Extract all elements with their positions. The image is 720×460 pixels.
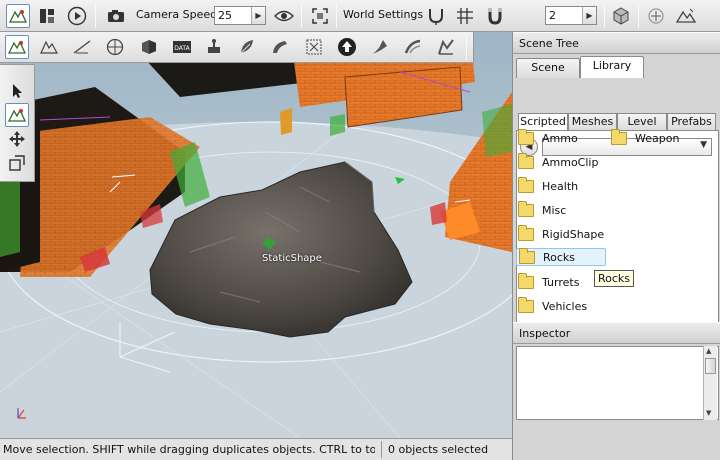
folder-icon [518, 224, 534, 241]
world-editor-icon[interactable] [6, 4, 30, 28]
gizmo-toolbar [0, 64, 35, 182]
camera-speed-value[interactable]: 25 [215, 7, 251, 24]
inspector-scrollbar[interactable]: ▲ ▼ [703, 346, 717, 420]
folder-label: Vehicles [542, 299, 588, 313]
folder-ammo[interactable]: Ammo [518, 128, 578, 147]
folder-label: Weapon [635, 131, 680, 145]
scene-tree-title: Scene Tree [519, 37, 579, 50]
world-settings-label: World Settings [343, 8, 424, 21]
scroll-down-icon[interactable]: ▼ [706, 409, 711, 417]
folder-icon [518, 272, 534, 289]
visibility-eye-icon[interactable] [272, 4, 296, 28]
status-message: Move selection. SHIFT while dragging dup… [3, 443, 375, 456]
decal-editor-icon[interactable] [202, 35, 226, 59]
forest-editor-icon[interactable] [235, 35, 259, 59]
scroll-up-icon[interactable]: ▲ [706, 347, 711, 355]
terrain-painter-icon[interactable] [70, 35, 94, 59]
toolbar-separator [466, 36, 467, 60]
hover-tooltip: Rocks [594, 270, 635, 287]
folder-misc[interactable]: Misc [518, 200, 567, 219]
scrollbar-thumb[interactable] [705, 358, 716, 374]
folder-icon [518, 200, 534, 217]
camera-speed-label: Camera Speed [136, 8, 218, 21]
world-settings-stepper[interactable]: 2 ▶ [545, 6, 597, 25]
selected-object-label: StaticShape [262, 253, 322, 264]
object-icon[interactable] [609, 4, 633, 28]
scene-tree-panel: Scene Tree Scene Library Scripted Meshes… [512, 32, 720, 460]
material-editor-icon[interactable] [103, 35, 127, 59]
folder-ammoclip[interactable]: AmmoClip [518, 152, 599, 171]
folder-label: Turrets [542, 275, 580, 289]
folder-label: Misc [542, 203, 567, 217]
tab-library[interactable]: Library [580, 56, 644, 78]
folder-turrets[interactable]: Turrets [518, 272, 580, 291]
rotate-gizmo-icon[interactable] [5, 127, 29, 151]
selection-count: 0 objects selected [388, 443, 489, 456]
main-toolbar: Camera Speed 25 ▶ World Settings 2 ▶ [0, 0, 720, 32]
object-editor-icon[interactable] [5, 35, 29, 59]
center-icon[interactable] [644, 4, 668, 28]
3d-viewport[interactable]: StaticShape [0, 32, 512, 438]
select-arrow-icon[interactable] [5, 79, 29, 103]
editor-tools-toolbar: DATA [0, 32, 474, 63]
scene-tree-header: Scene Tree [513, 32, 720, 54]
folder-health[interactable]: Health [518, 176, 579, 195]
folder-icon [519, 247, 535, 264]
camera-speed-stepper[interactable]: 25 ▶ [214, 6, 266, 25]
inspector-title: Inspector [519, 327, 571, 340]
terrain-editor-icon[interactable] [37, 35, 61, 59]
svg-text:DATA: DATA [174, 45, 190, 52]
mesh-road-editor-icon[interactable] [268, 35, 292, 59]
road-editor-icon[interactable] [368, 35, 392, 59]
datablock-editor-icon[interactable]: DATA [170, 35, 194, 59]
scale-gizmo-icon[interactable] [5, 151, 29, 175]
camera-icon[interactable] [104, 4, 128, 28]
folder-icon [518, 296, 534, 313]
folder-label: Ammo [542, 131, 578, 145]
chevron-down-icon: ▼ [700, 140, 707, 150]
folder-label: Rocks [543, 250, 576, 264]
status-bar: Move selection. SHIFT while dragging dup… [0, 438, 512, 460]
folder-icon [518, 128, 534, 145]
layout-icon[interactable] [35, 4, 59, 28]
particle-editor-icon[interactable] [401, 35, 425, 59]
folder-vehicles[interactable]: Vehicles [518, 296, 588, 315]
grid-icon[interactable] [453, 4, 477, 28]
move-gizmo-icon[interactable] [5, 103, 29, 127]
toolbar-separator [95, 4, 96, 28]
toolbar-separator [604, 4, 605, 28]
status-separator [381, 441, 382, 458]
stepper-right-arrow-icon[interactable]: ▶ [251, 7, 265, 24]
snap-icon[interactable] [424, 4, 448, 28]
magnet-icon[interactable] [483, 4, 507, 28]
folder-label: RigidShape [542, 227, 605, 241]
stepper-right-arrow-icon[interactable]: ▶ [582, 7, 596, 24]
frame-selection-icon[interactable] [308, 4, 332, 28]
folder-label: AmmoClip [542, 155, 599, 169]
terrain-icon[interactable] [674, 4, 698, 28]
folder-icon [611, 128, 627, 145]
sketch-tool-icon[interactable] [137, 35, 161, 59]
folder-icon [518, 152, 534, 169]
toolbar-separator [638, 4, 639, 28]
inspector-content[interactable] [516, 346, 719, 420]
toolbar-separator [301, 4, 302, 28]
inspector-header: Inspector [513, 322, 720, 344]
river-editor-icon[interactable] [335, 35, 359, 59]
folder-weapon[interactable]: Weapon [611, 128, 680, 147]
folder-rocks[interactable]: Rocks [516, 247, 606, 266]
folder-icon [518, 176, 534, 193]
folder-rigidshape[interactable]: RigidShape [518, 224, 605, 243]
world-settings-value[interactable]: 2 [546, 7, 582, 24]
tab-scene[interactable]: Scene [516, 58, 580, 78]
shape-editor-icon[interactable] [434, 35, 458, 59]
navmesh-editor-icon[interactable] [302, 35, 326, 59]
toolbar-separator [336, 4, 337, 28]
folder-label: Health [542, 179, 579, 193]
scene-render [0, 32, 512, 438]
play-icon[interactable] [65, 4, 89, 28]
